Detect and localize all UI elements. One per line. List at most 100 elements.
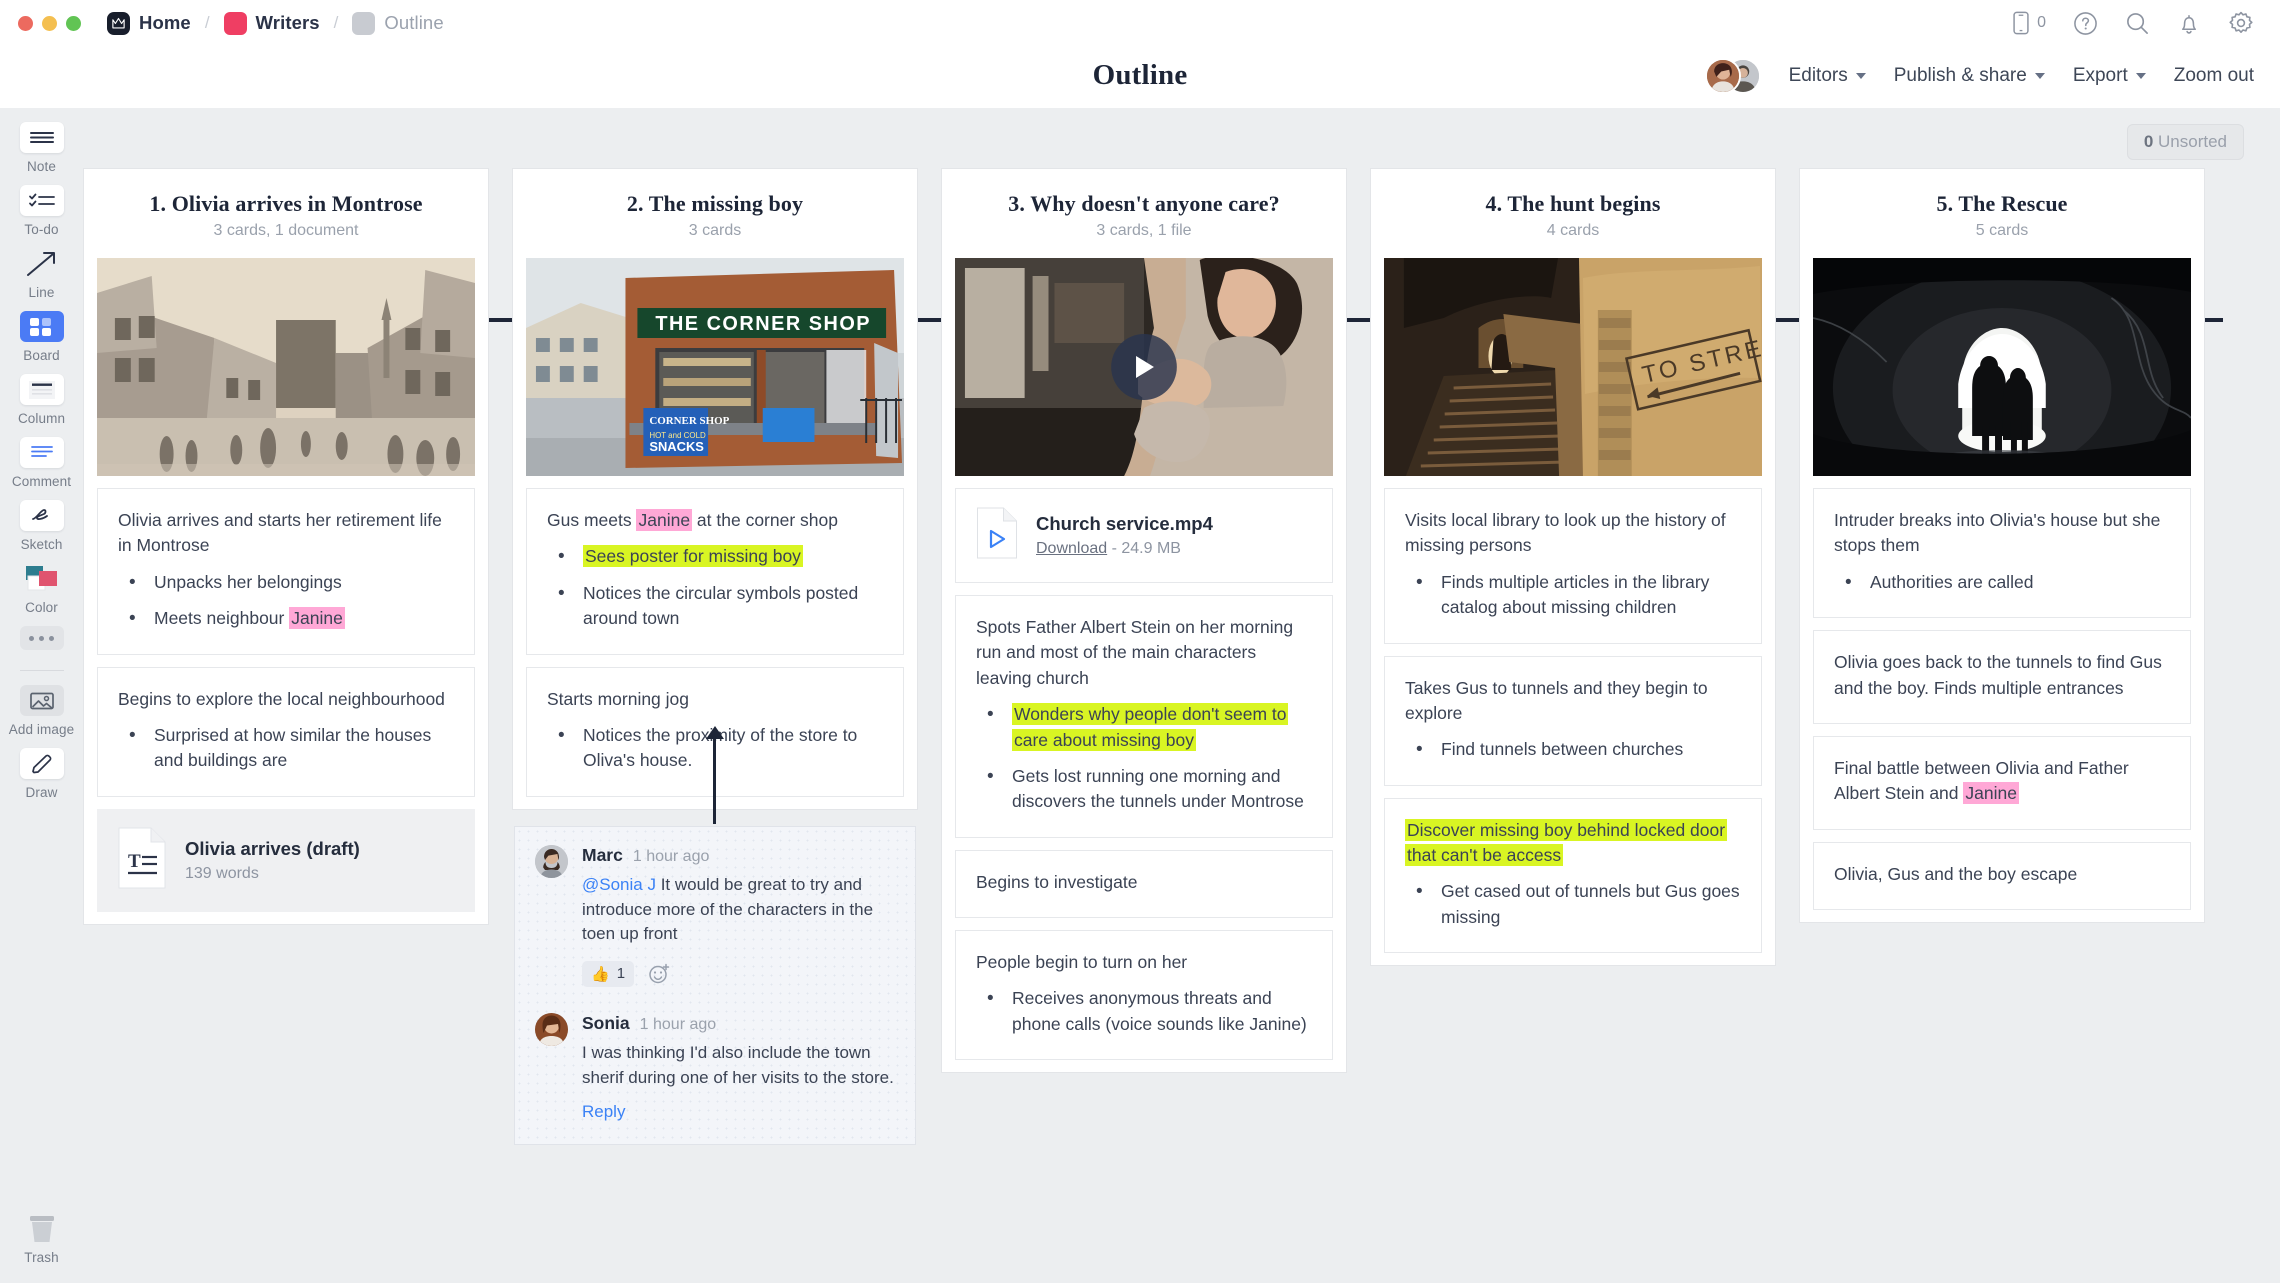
list-item: Sees poster for missing boy — [547, 543, 883, 571]
reply-button[interactable]: Reply — [582, 1102, 895, 1122]
note-card[interactable]: Discover missing boy behind locked door … — [1384, 797, 1762, 954]
breadcrumb-separator: / — [333, 13, 339, 32]
file-attachment-card[interactable]: Church service.mp4 Download - 24.9 MB — [955, 488, 1333, 583]
note-card[interactable]: Begins to explore the local neighbourhoo… — [97, 666, 475, 797]
highlight-janine: Janine — [289, 607, 345, 630]
comment-connector-arrowhead — [706, 726, 724, 739]
column-title: 3. Why doesn't anyone care? — [1008, 191, 1280, 216]
corner-shop-photo[interactable]: THE CORNER SHOP CORNER SHOP HOT and COLD — [526, 258, 904, 476]
more-dots-icon — [19, 626, 64, 650]
todo-icon — [19, 185, 64, 216]
board-column-2[interactable]: 2. The missing boy 3 cards THE CORNER SH… — [512, 168, 918, 810]
minimize-window-button[interactable] — [42, 15, 57, 31]
reaction-thumbs-up[interactable]: 👍 1 — [582, 960, 635, 987]
board-column-5[interactable]: 5. The Rescue 5 cards Intruder breaks in… — [1799, 168, 2205, 923]
svg-text:SNACKS: SNACKS — [649, 439, 704, 454]
column-title: 5. The Rescue — [1936, 191, 2068, 216]
note-card[interactable]: Intruder breaks into Olivia's house but … — [1813, 488, 2191, 619]
note-card-bullets: Authorities are called — [1834, 569, 2170, 597]
board-canvas[interactable]: 0 Unsorted 1. Olivia arrives in Montrose… — [83, 108, 2280, 1283]
note-text-post: at the corner shop — [692, 510, 838, 530]
woman-praying-video[interactable] — [955, 258, 1333, 476]
note-card[interactable]: Begins to investigate — [955, 849, 1333, 918]
svg-text:T: T — [128, 851, 141, 872]
column-header: 5. The Rescue 5 cards — [1800, 169, 2204, 240]
zoom-out-button[interactable]: Zoom out — [2174, 65, 2254, 87]
note-card[interactable]: Gus meets Janine at the corner shop Sees… — [526, 488, 904, 655]
note-card-text: Starts morning jog — [547, 688, 690, 709]
comment-reactions: 👍 1 — [582, 960, 895, 987]
note-card[interactable]: Olivia goes back to the tunnels to find … — [1813, 630, 2191, 724]
note-card[interactable]: Visits local library to look up the hist… — [1384, 488, 1762, 644]
color-swatches-icon — [20, 563, 64, 594]
note-card[interactable]: Spots Father Albert Stein on her morning… — [955, 595, 1333, 838]
note-card[interactable]: Olivia arrives and starts her retirement… — [97, 488, 475, 655]
breadcrumb-item-home[interactable]: Home — [107, 11, 191, 35]
tunnel-stairs-photo[interactable]: TO STREET — [1384, 258, 1762, 476]
list-item: Finds multiple articles in the library c… — [1405, 569, 1741, 621]
download-link[interactable]: Download — [1036, 540, 1107, 557]
board-column-3[interactable]: 3. Why doesn't anyone care? 3 cards, 1 f… — [941, 168, 1347, 1074]
sidebar-tool-add-image[interactable]: Add image — [0, 685, 83, 737]
note-card[interactable]: People begin to turn on her Receives ano… — [955, 930, 1333, 1061]
board-column-4[interactable]: 4. The hunt begins 4 cards TO STREET Vis… — [1370, 168, 1776, 967]
note-card-bullets: Receives anonymous threats and phone cal… — [976, 985, 1312, 1037]
vintage-street-photo[interactable] — [97, 258, 475, 476]
close-window-button[interactable] — [18, 15, 33, 31]
sidebar-trash[interactable]: Trash — [20, 1213, 64, 1265]
sidebar-tool-column[interactable]: Column — [0, 374, 83, 426]
publish-share-dropdown[interactable]: Publish & share — [1894, 65, 2045, 87]
sidebar-tool-color[interactable]: Color — [0, 563, 83, 615]
breadcrumb-item-writers[interactable]: Writers — [223, 11, 320, 35]
help-icon[interactable] — [2073, 11, 2098, 36]
column-header: 3. Why doesn't anyone care? 3 cards, 1 f… — [942, 169, 1346, 240]
sidebar-tool-label: Draw — [25, 785, 58, 800]
board-columns: 1. Olivia arrives in Montrose 3 cards, 1… — [83, 108, 2280, 1283]
sidebar-tool-note[interactable]: Note — [0, 122, 83, 174]
file-name: Church service.mp4 — [1036, 513, 1213, 534]
notifications-bell-icon[interactable] — [2177, 11, 2201, 36]
column-header: 4. The hunt begins 4 cards — [1371, 169, 1775, 240]
note-card[interactable]: Takes Gus to tunnels and they begin to e… — [1384, 655, 1762, 786]
column-subtitle: 3 cards, 1 file — [1096, 222, 1192, 239]
note-card[interactable]: Olivia, Gus and the boy escape — [1813, 841, 2191, 910]
add-reaction-icon[interactable] — [648, 963, 670, 985]
note-card-text: Olivia goes back to the tunnels to find … — [1834, 652, 2162, 698]
mention-link[interactable]: @Sonia J — [582, 875, 656, 894]
editor-avatars[interactable] — [1704, 58, 1761, 94]
sidebar-tool-board[interactable]: Board — [0, 311, 83, 363]
comment-connector-line — [713, 738, 716, 824]
sidebar-tool-todo[interactable]: To-do — [0, 185, 83, 237]
list-item: Wonders why people don't seem to care ab… — [976, 701, 1312, 753]
trash-icon — [20, 1213, 64, 1244]
sidebar-tool-draw[interactable]: Draw — [0, 748, 83, 800]
export-dropdown[interactable]: Export — [2073, 65, 2146, 87]
document-attachment-card[interactable]: T Olivia arrives (draft) 139 words — [97, 808, 475, 912]
tunnel-silhouettes-photo[interactable] — [1813, 258, 2191, 476]
note-card[interactable]: Final battle between Olivia and Father A… — [1813, 735, 2191, 830]
comment: Marc 1 hour ago @Sonia J It would be grea… — [535, 845, 895, 987]
comment-thread[interactable]: Marc 1 hour ago @Sonia J It would be grea… — [514, 826, 916, 1146]
comment-text: I was thinking I'd also include the town… — [582, 1042, 894, 1087]
video-file-icon — [976, 507, 1018, 564]
sidebar-tool-comment[interactable]: Comment — [0, 437, 83, 489]
column-subtitle: 5 cards — [1975, 222, 2029, 239]
sidebar-tool-line[interactable]: Line — [0, 248, 83, 300]
document-header: Outline Editors Publish & share Export Z… — [0, 46, 2280, 108]
sidebar-tool-more[interactable] — [0, 626, 83, 650]
settings-gear-icon[interactable] — [2228, 10, 2254, 36]
maximize-window-button[interactable] — [66, 15, 81, 31]
search-icon[interactable] — [2125, 11, 2150, 36]
topbar-actions: 0 — [2011, 10, 2254, 36]
breadcrumb-item-outline[interactable]: Outline — [352, 11, 444, 35]
sidebar-tool-sketch[interactable]: Sketch — [0, 500, 83, 552]
board-column-1[interactable]: 1. Olivia arrives in Montrose 3 cards, 1… — [83, 168, 489, 925]
editors-dropdown[interactable]: Editors — [1789, 65, 1866, 87]
list-item: Get cased out of tunnels but Gus goes mi… — [1405, 878, 1741, 930]
svg-text:CORNER SHOP: CORNER SHOP — [649, 415, 729, 427]
note-card-text: Spots Father Albert Stein on her morning… — [976, 617, 1294, 688]
mobile-icon[interactable]: 0 — [2011, 11, 2046, 35]
note-card-text: Begins to explore the local neighbourhoo… — [118, 688, 445, 709]
column-subtitle: 4 cards — [1546, 222, 1600, 239]
reaction-count: 1 — [616, 965, 626, 983]
